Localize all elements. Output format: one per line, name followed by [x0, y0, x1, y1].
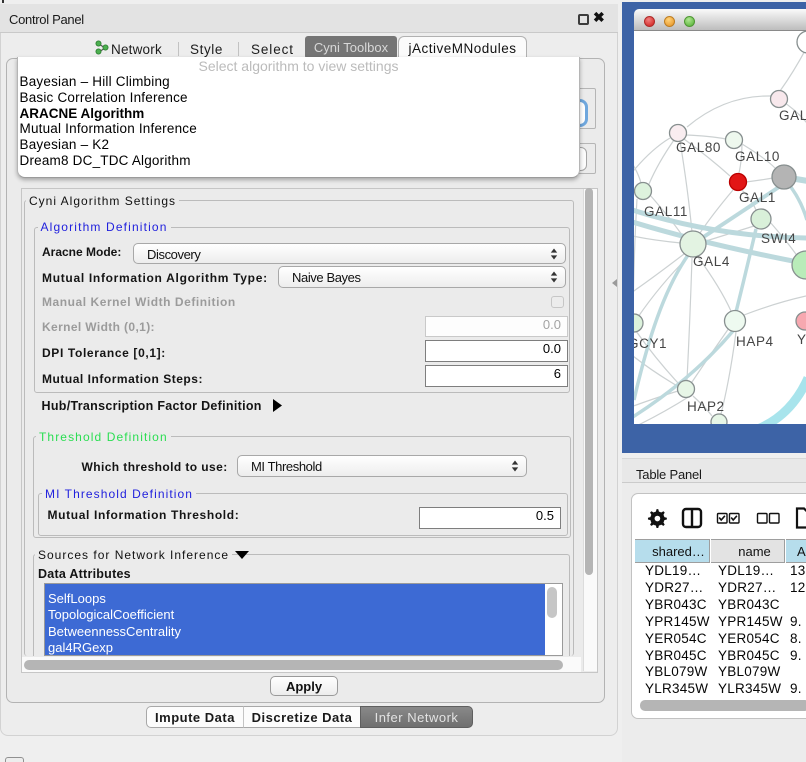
svg-text:Y: Y [797, 332, 806, 347]
svg-text:GAL1: GAL1 [739, 190, 776, 205]
svg-text:SWI4: SWI4 [761, 231, 796, 246]
svg-text:HAP2: HAP2 [687, 399, 725, 414]
svg-text:GCY1: GCY1 [634, 336, 667, 351]
svg-text:GAL7: GAL7 [779, 108, 806, 123]
svg-text:HAP4: HAP4 [736, 334, 774, 349]
svg-text:GAL10: GAL10 [735, 149, 780, 164]
svg-text:GAL80: GAL80 [676, 140, 721, 155]
svg-text:GAL4: GAL4 [693, 254, 730, 269]
svg-text:GAL11: GAL11 [644, 204, 688, 219]
